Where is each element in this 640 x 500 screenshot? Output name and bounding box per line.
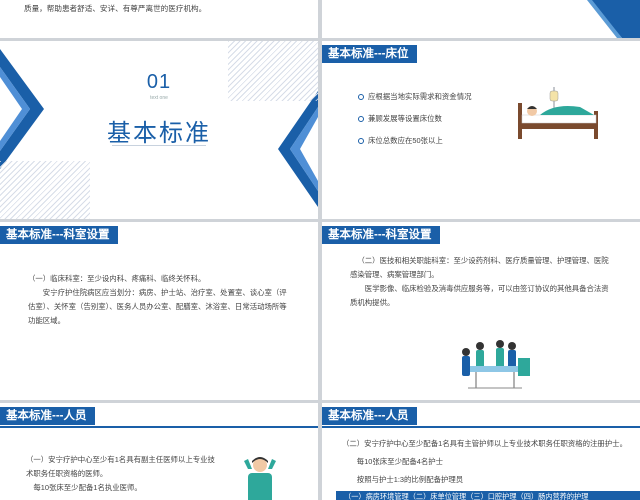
section-subtitle: text one — [150, 95, 168, 101]
slide-header: 基本标准---人员 — [322, 407, 417, 425]
hospital-bed-illustration — [518, 87, 598, 139]
para-1: （二）安宁疗护中心至少配备1名具有主管护师以上专业技术职务任职资格的注册护士。 — [342, 439, 627, 448]
highlight-bar-text: （一）病房环境管理（二）床单位管理（三）口腔护理（四）肠内营养的护理 — [344, 492, 589, 500]
slide-5: 基本标准---科室设置 （一）临床科室：至少设内科、疼痛科、临终关怀科。 安宁疗… — [0, 222, 318, 400]
para-2: 安宁疗护住院病区应当划分：病房、护士站、治疗室、处置室、谈心室（评估室）、关怀室… — [28, 288, 287, 326]
para-1: （二）医技和相关职能科室：至少设药剂科、医疗质量管理、护理管理、医院感染管理、病… — [350, 256, 609, 280]
doctor-illustration — [244, 457, 276, 500]
slide-1-text: 质量，帮助患者舒适、安详、有尊严离世的医疗机构。 — [24, 4, 207, 13]
header-underline — [322, 426, 640, 428]
surgical-team-illustration — [462, 340, 530, 389]
corner-decoration — [587, 0, 640, 38]
section-title: 基本标准 — [107, 120, 211, 147]
para-2: 医学影像、临床检验及消毒供应服务等，可以由签订协议的其他具备合法资质机构提供。 — [350, 284, 609, 308]
para-2: 每10张床至少配备4名护士 — [356, 456, 444, 466]
bullet-2: 兼顾发展等设置床位数 — [358, 113, 442, 124]
slide-7: 基本标准---人员 （一）安宁疗护中心至少有1名具有副主任医师以上专业技术职务任… — [0, 403, 318, 500]
section-number: 01 — [146, 71, 172, 93]
slide-header: 基本标准---人员 — [0, 407, 95, 425]
stripes-left — [0, 161, 90, 219]
slide-3: 01 text one 基本标准 — [0, 41, 318, 219]
slide-2 — [322, 0, 640, 38]
slide-4: 基本标准---床位 应根据当地实际需求和资金情况 兼顾发展等设置床位数 床位总数… — [322, 41, 640, 219]
slide-6: 基本标准---科室设置 （二）医技和相关职能科室：至少设药剂科、医疗质量管理、护… — [322, 222, 640, 400]
bullet-2-text: 兼顾发展等设置床位数 — [368, 114, 442, 123]
slide-1: 质量，帮助患者舒适、安详、有尊严离世的医疗机构。 — [0, 0, 318, 38]
header-underline — [0, 426, 318, 428]
para-2: 每10张床至少配备1名执业医师。 — [33, 483, 142, 493]
bullet-3: 床位总数应在50张以上 — [358, 135, 443, 146]
slide-header: 基本标准---科室设置 — [322, 226, 440, 244]
bullet-1-text: 应根据当地实际需求和资金情况 — [368, 92, 472, 101]
bullet-3-text: 床位总数应在50张以上 — [368, 136, 443, 145]
slide-8: 基本标准---人员 （二）安宁疗护中心至少配备1名具有主管护师以上专业技术职务任… — [322, 403, 640, 500]
para-1: （一）临床科室：至少设内科、疼痛科、临终关怀科。 — [28, 274, 206, 283]
highlight-bar: （一）病房环境管理（二）床单位管理（三）口腔护理（四）肠内营养的护理 — [336, 491, 640, 500]
para-3: 按照与护士1:3的比例配备护理员 — [356, 474, 464, 484]
title-underline — [112, 145, 206, 146]
para-1: （一）安宁疗护中心至少有1名具有副主任医师以上专业技术职务任职资格的医师。 — [26, 455, 215, 479]
slide-header: 基本标准---床位 — [322, 45, 417, 63]
slide-header: 基本标准---科室设置 — [0, 226, 118, 244]
bullet-1: 应根据当地实际需求和资金情况 — [358, 91, 471, 102]
